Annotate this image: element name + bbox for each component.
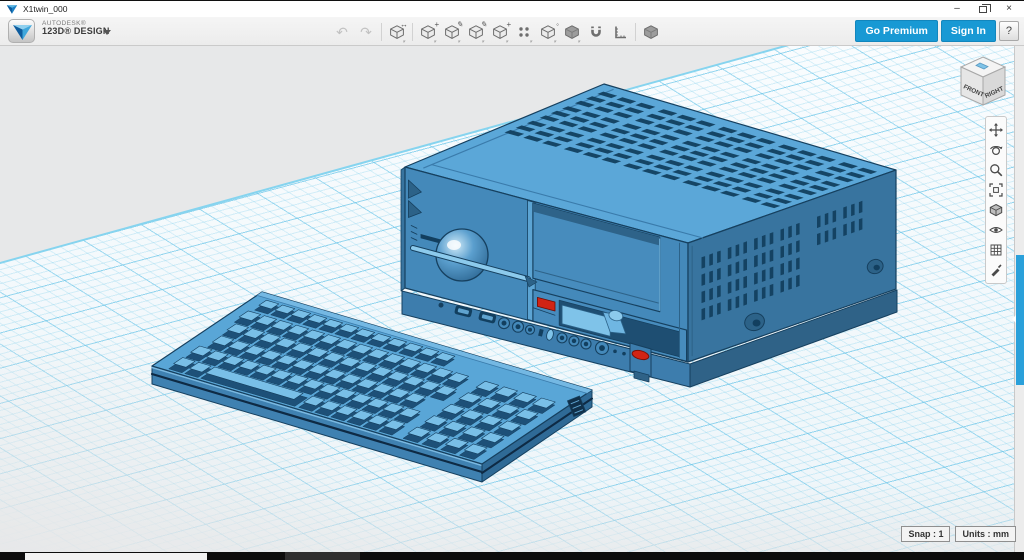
transform-tool-icon[interactable]: ↔▾ <box>388 22 406 42</box>
brand-product: 123D® DESIGN <box>42 27 110 37</box>
material-tool-icon[interactable] <box>642 22 660 42</box>
app-window: X1twin_000 – × AUTODESK® 123D® DESIGN <box>0 0 1024 560</box>
chevron-down-icon[interactable] <box>103 30 111 35</box>
app-menu-button[interactable] <box>8 19 35 43</box>
modify-tool-icon[interactable]: +▾ <box>491 22 509 42</box>
grouping-tool-icon[interactable]: ◦▾ <box>539 22 557 42</box>
visibility-eye-icon[interactable] <box>986 220 1006 240</box>
grid-settings-icon[interactable] <box>986 240 1006 260</box>
close-button[interactable]: × <box>996 2 1022 17</box>
titlebar[interactable]: X1twin_000 – × <box>0 0 1024 17</box>
keyboard-model[interactable] <box>152 292 592 482</box>
construct-tool-icon[interactable]: ✎▾ <box>467 22 485 42</box>
main-toolbar: AUTODESK® 123D® DESIGN <box>0 17 1024 46</box>
go-premium-button[interactable]: Go Premium <box>855 20 937 42</box>
toolbar-separator <box>412 23 413 41</box>
snap-badge[interactable]: Snap : 1 <box>901 526 950 542</box>
units-badge[interactable]: Units : mm <box>955 526 1016 542</box>
sketch-tool-icon[interactable]: ✎▾ <box>443 22 461 42</box>
orbit-icon[interactable] <box>986 140 1006 160</box>
scrollbar-thumb[interactable] <box>1016 255 1024 385</box>
pan-icon[interactable] <box>986 120 1006 140</box>
redo-button[interactable]: ↷ <box>357 22 375 42</box>
navigation-toolbar <box>985 116 1007 284</box>
view-cube[interactable]: FRONT RIGHT <box>954 54 1014 112</box>
material-brush-icon[interactable] <box>986 260 1006 280</box>
3d-viewport[interactable]: FRONT RIGHT <box>0 46 1024 552</box>
minimize-button[interactable]: – <box>944 2 970 17</box>
pattern-tool-icon[interactable]: ▾ <box>515 22 533 42</box>
fit-view-icon[interactable] <box>986 180 1006 200</box>
computer-model[interactable] <box>401 84 897 387</box>
sign-in-button[interactable]: Sign In <box>941 20 996 42</box>
viewport-scrollbar[interactable] <box>1014 46 1024 552</box>
combine-tool-icon[interactable]: ▾ <box>563 22 581 42</box>
measure-tool-icon[interactable] <box>611 22 629 42</box>
undo-button[interactable]: ↶ <box>333 22 351 42</box>
toolbar-icons: ↶ ↷ ↔▾ +▾ ✎▾ ✎▾ +▾ ▾ ◦▾ ▾ <box>333 17 660 46</box>
shading-mode-icon[interactable] <box>986 200 1006 220</box>
scene-canvas[interactable] <box>0 46 1024 552</box>
help-button[interactable]: ? <box>999 21 1019 41</box>
123d-logo-icon <box>9 20 36 44</box>
primitives-tool-icon[interactable]: +▾ <box>419 22 437 42</box>
toolbar-separator <box>635 23 636 41</box>
snap-tool-icon[interactable] <box>587 22 605 42</box>
restore-button[interactable] <box>970 2 996 17</box>
brand: AUTODESK® 123D® DESIGN <box>42 20 110 37</box>
app-logo-icon <box>6 4 18 15</box>
window-title: X1twin_000 <box>23 4 67 14</box>
toolbar-separator <box>381 23 382 41</box>
taskbar-sliver <box>0 552 1024 560</box>
zoom-icon[interactable] <box>986 160 1006 180</box>
